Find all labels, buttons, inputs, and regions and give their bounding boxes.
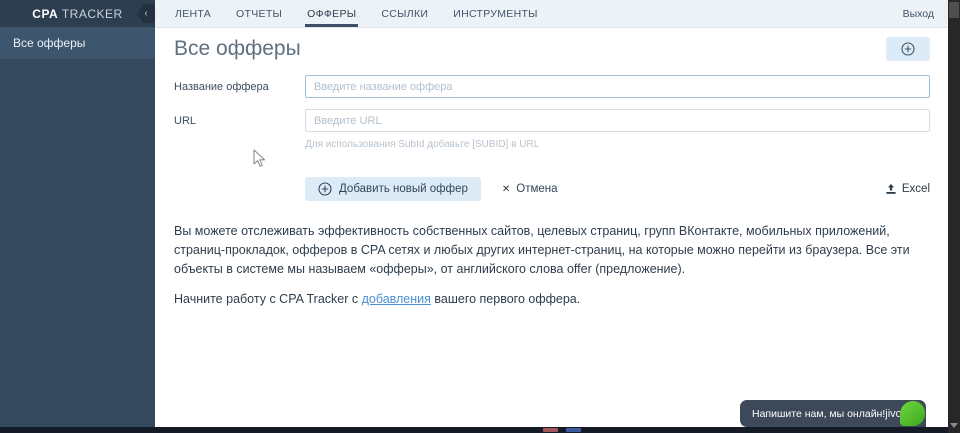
taskbar-blob-blue (566, 428, 581, 432)
jivo-leaf-icon (900, 401, 925, 426)
top-navigation: ЛЕНТА ОТЧЕТЫ ОФФЕРЫ ССЫЛКИ ИНСТРУМЕНТЫ В… (155, 0, 948, 28)
nav-tabs: ЛЕНТА ОТЧЕТЫ ОФФЕРЫ ССЫЛКИ ИНСТРУМЕНТЫ (155, 0, 561, 27)
sidebar: CPA TRACKER ‹ Все офферы (0, 0, 155, 427)
form-row-name: Название оффера (174, 75, 930, 98)
vertical-scrollbar[interactable] (948, 0, 960, 433)
logout-link[interactable]: Выход (903, 0, 948, 27)
jivo-chat-widget[interactable]: Напишите нам, мы онлайн! jivo (740, 400, 926, 427)
cancel-label: Отмена (516, 183, 558, 195)
sidebar-item-all-offers[interactable]: Все офферы (0, 27, 155, 59)
app-logo-bold: CPA (32, 6, 59, 21)
chat-message: Напишите нам, мы онлайн! (752, 407, 886, 420)
tab-reports[interactable]: ОТЧЕТЫ (234, 0, 284, 27)
offer-name-input[interactable] (305, 75, 930, 98)
offers-description: Вы можете отслеживать эффективность собс… (174, 224, 910, 276)
get-started-text: Начните работу с CPA Tracker с добавлени… (174, 292, 930, 306)
sidebar-header: CPA TRACKER ‹ (0, 0, 155, 27)
upload-icon (886, 184, 896, 194)
cancel-button[interactable]: ✕ Отмена (502, 183, 558, 195)
taskbar-blob-red (543, 428, 558, 432)
submit-offer-label: Добавить новый оффер (339, 183, 468, 195)
offer-name-label: Название оффера (174, 81, 269, 93)
scrollbar-thumb[interactable] (949, 2, 959, 18)
excel-export-button[interactable]: Excel (885, 183, 930, 195)
tab-tools[interactable]: ИНСТРУМЕНТЫ (451, 0, 540, 27)
app-logo: CPA TRACKER (32, 7, 122, 21)
form-actions: Добавить новый оффер ✕ Отмена Excel (174, 177, 930, 201)
cta-after: вашего первого оффера. (430, 292, 581, 306)
app-logo-rest: TRACKER (58, 6, 123, 21)
offer-url-label: URL (174, 115, 197, 127)
tab-lenta[interactable]: ЛЕНТА (173, 0, 213, 27)
taskbar-edge (0, 427, 960, 433)
main-content: Все офферы Название оффера URL Для испол… (155, 28, 948, 427)
tab-offers[interactable]: ОФФЕРЫ (305, 0, 359, 27)
excel-label: Excel (901, 183, 930, 195)
submit-offer-button[interactable]: Добавить новый оффер (305, 177, 481, 201)
page-title: Все офферы (174, 37, 301, 60)
offer-form: Название оффера URL Для использования Su… (174, 75, 930, 201)
offer-url-input[interactable] (305, 109, 930, 132)
cta-before: Начните работу с CPA Tracker с (174, 292, 362, 306)
subid-hint: Для использования SubId добавьте [SUBID]… (305, 139, 540, 150)
form-row-url: URL (174, 109, 930, 132)
circle-plus-icon (318, 182, 332, 196)
scrollbar-down-arrow-icon[interactable] (950, 423, 958, 428)
add-offer-button[interactable] (886, 37, 930, 61)
tab-links[interactable]: ССЫЛКИ (379, 0, 430, 27)
close-icon: ✕ (501, 183, 511, 195)
circle-plus-icon (901, 42, 915, 56)
add-offer-link[interactable]: добавления (362, 292, 431, 306)
sidebar-collapse-icon[interactable]: ‹ (137, 4, 155, 23)
title-row: Все офферы (174, 37, 930, 61)
